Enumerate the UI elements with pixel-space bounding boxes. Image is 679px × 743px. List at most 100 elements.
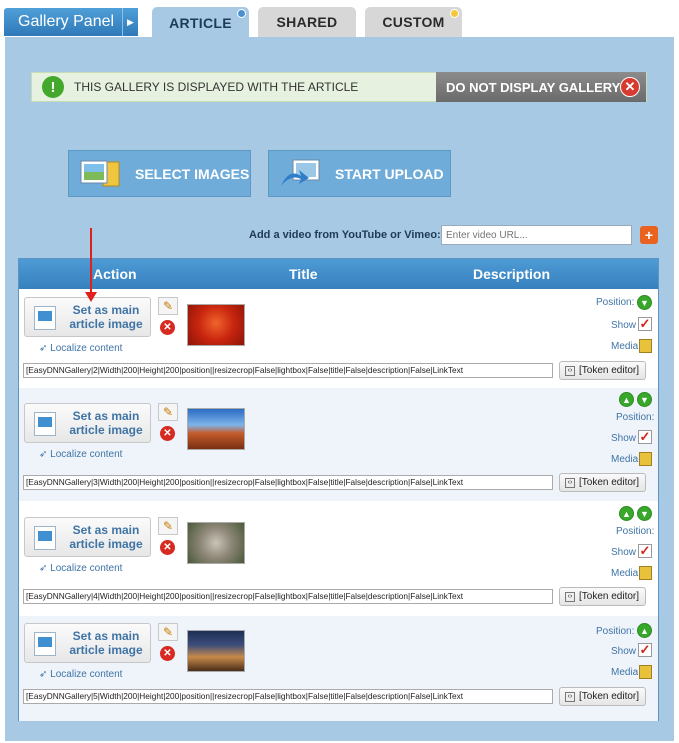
localize-content-link[interactable]: ➶ Localize content (39, 669, 122, 680)
media-label: Media (611, 667, 639, 678)
edit-pencil-icon[interactable]: ✎ (158, 623, 178, 641)
article-image-icon (34, 526, 56, 550)
code-icon: ‹› (565, 365, 575, 376)
tab-article[interactable]: ARTICLE (152, 7, 249, 38)
gallery-panel-button[interactable]: Gallery Panel ▶ (4, 8, 138, 36)
show-checkbox[interactable]: ✓ (638, 643, 652, 657)
gallery-panel-title: Gallery Panel (18, 13, 115, 30)
set-main-label: Set as main article image (69, 409, 143, 437)
position-label: Position: (596, 297, 635, 308)
show-label: Show (611, 320, 637, 331)
do-not-display-label: DO NOT DISPLAY GALLERY (446, 79, 621, 95)
annotation-arrow-head (85, 292, 97, 302)
tab-shared[interactable]: SHARED (258, 7, 356, 37)
media-icon[interactable] (639, 452, 652, 466)
tab-shared-label: SHARED (276, 14, 338, 30)
set-main-label: Set as main article image (69, 523, 143, 551)
show-checkbox[interactable]: ✓ (638, 544, 652, 558)
delete-icon[interactable]: ✕ (160, 540, 175, 555)
castle-thumbnail[interactable] (187, 630, 245, 672)
set-main-image-button[interactable]: Set as main article image (24, 403, 151, 443)
localize-label: Localize content (50, 563, 123, 574)
expand-arrow-icon[interactable]: ▶ (122, 8, 138, 36)
code-icon: ‹› (565, 691, 575, 702)
media-icon[interactable] (639, 339, 652, 353)
upload-icon (279, 158, 323, 190)
token-editor-button[interactable]: ‹› [Token editor] (559, 361, 646, 380)
select-images-label: SELECT IMAGES (135, 165, 250, 182)
token-editor-button[interactable]: ‹› [Token editor] (559, 687, 646, 706)
table-row: Set as main article image ➶ Localize con… (19, 502, 658, 615)
delete-icon[interactable]: ✕ (160, 320, 175, 335)
table-row: Set as main article image ➶ Localize con… (19, 290, 658, 387)
notice-text: THIS GALLERY IS DISPLAYED WITH THE ARTIC… (74, 80, 359, 94)
article-image-icon (34, 306, 56, 330)
add-video-button[interactable]: + (640, 226, 658, 244)
token-editor-label: [Token editor] (579, 591, 640, 602)
tab-custom[interactable]: CUSTOM (365, 7, 462, 37)
move-down-icon[interactable]: ▼ (637, 392, 652, 407)
column-action: Action (93, 266, 137, 282)
move-down-icon[interactable]: ▼ (637, 506, 652, 521)
close-icon: ✕ (620, 77, 640, 97)
localize-label: Localize content (50, 343, 123, 354)
token-field[interactable]: [EasyDNNGallery|2|Width|200|Height|200|p… (23, 363, 553, 378)
localize-content-link[interactable]: ➶ Localize content (39, 449, 122, 460)
article-image-icon (34, 632, 56, 656)
position-label: Position: (616, 526, 655, 537)
edit-pencil-icon[interactable]: ✎ (158, 403, 178, 421)
delete-icon[interactable]: ✕ (160, 646, 175, 661)
set-main-image-button[interactable]: Set as main article image (24, 623, 151, 663)
warning-dot-icon (450, 9, 459, 18)
show-label: Show (611, 646, 637, 657)
edit-pencil-icon[interactable]: ✎ (158, 297, 178, 315)
table-row: Set as main article image ➶ Localize con… (19, 616, 658, 721)
localize-content-link[interactable]: ➶ Localize content (39, 343, 122, 354)
gallery-grid: Action Title Description Set as main art… (18, 258, 659, 721)
token-editor-button[interactable]: ‹› [Token editor] (559, 473, 646, 492)
media-icon[interactable] (639, 665, 652, 679)
edit-pencil-icon[interactable]: ✎ (158, 517, 178, 535)
token-editor-label: [Token editor] (579, 477, 640, 488)
do-not-display-gallery-button[interactable]: DO NOT DISPLAY GALLERY ✕ (436, 72, 646, 102)
show-label: Show (611, 433, 637, 444)
move-down-icon[interactable]: ▼ (637, 295, 652, 310)
token-editor-label: [Token editor] (579, 691, 640, 702)
set-main-label: Set as main article image (69, 629, 143, 657)
flower-thumbnail[interactable] (187, 304, 245, 346)
media-icon[interactable] (639, 566, 652, 580)
code-icon: ‹› (565, 591, 575, 602)
start-upload-button[interactable]: START UPLOAD (268, 150, 451, 197)
set-main-image-button[interactable]: Set as main article image (24, 297, 151, 337)
token-editor-button[interactable]: ‹› [Token editor] (559, 587, 646, 606)
video-url-input[interactable] (441, 225, 632, 245)
exclamation-icon: ! (42, 76, 64, 98)
select-images-button[interactable]: SELECT IMAGES (68, 150, 251, 197)
table-row: Set as main article image ➶ Localize con… (19, 388, 658, 501)
token-field[interactable]: [EasyDNNGallery|4|Width|200|Height|200|p… (23, 589, 553, 604)
token-field[interactable]: [EasyDNNGallery|5|Width|200|Height|200|p… (23, 689, 553, 704)
annotation-arrow-line (90, 228, 92, 294)
token-field[interactable]: [EasyDNNGallery|3|Width|200|Height|200|p… (23, 475, 553, 490)
koala-thumbnail[interactable] (187, 522, 245, 564)
token-editor-label: [Token editor] (579, 365, 640, 376)
show-checkbox[interactable]: ✓ (638, 430, 652, 444)
set-main-image-button[interactable]: Set as main article image (24, 517, 151, 557)
grid-header: Action Title Description (19, 259, 658, 289)
show-label: Show (611, 547, 637, 558)
tab-article-label: ARTICLE (169, 14, 232, 31)
show-checkbox[interactable]: ✓ (638, 317, 652, 331)
gallery-panel: ! THIS GALLERY IS DISPLAYED WITH THE ART… (5, 37, 674, 741)
delete-icon[interactable]: ✕ (160, 426, 175, 441)
localize-label: Localize content (50, 449, 123, 460)
localize-content-link[interactable]: ➶ Localize content (39, 563, 122, 574)
position-label: Position: (596, 626, 635, 637)
media-label: Media (611, 568, 639, 579)
move-up-icon[interactable]: ▲ (619, 392, 634, 407)
media-label: Media (611, 454, 639, 465)
move-up-icon[interactable]: ▲ (619, 506, 634, 521)
article-image-icon (34, 412, 56, 436)
desert-thumbnail[interactable] (187, 408, 245, 450)
code-icon: ‹› (565, 477, 575, 488)
move-up-icon[interactable]: ▲ (637, 623, 652, 638)
